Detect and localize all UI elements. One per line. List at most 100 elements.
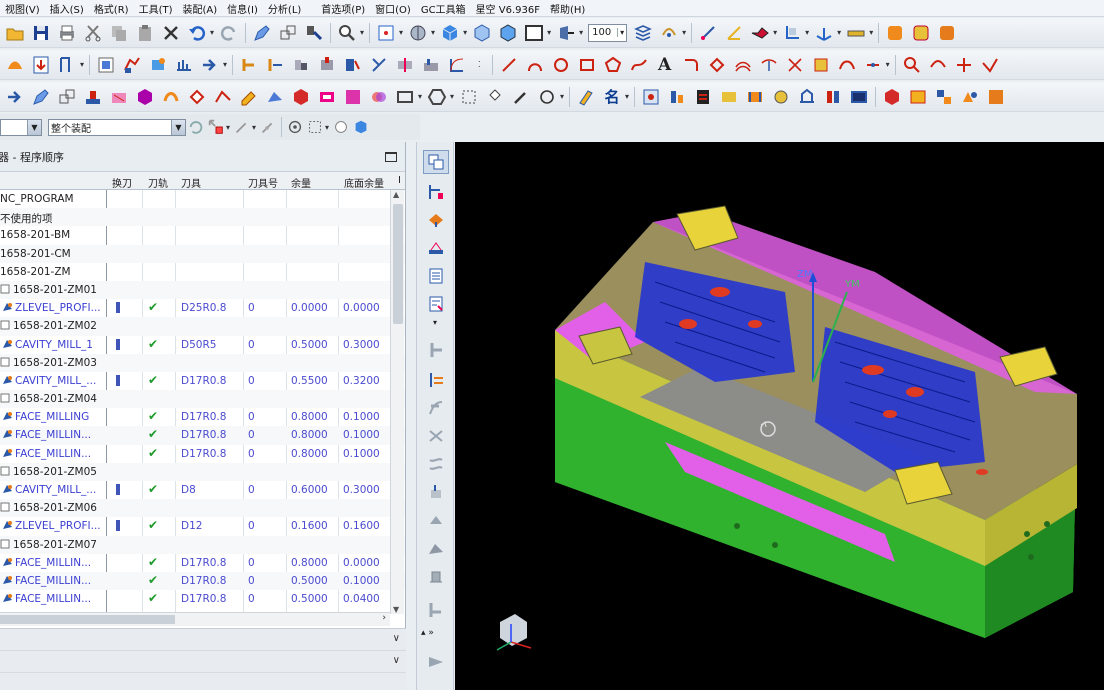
type-filter-dropdown[interactable]: ▼ [0,118,42,136]
fillet-curve-icon[interactable] [679,53,703,77]
more-icon[interactable]: ⁚ [478,60,481,69]
curve-edit-icon[interactable] [29,85,53,109]
column-header[interactable]: 余量 [291,175,311,190]
cam-tool-icon-2[interactable] [665,85,689,109]
cam-tool-icon-1[interactable] [639,85,663,109]
trim-icon[interactable] [367,53,391,77]
menu-item[interactable]: 视图(V) [0,1,45,16]
arc-icon[interactable] [523,53,547,77]
feature-icon-3[interactable] [146,53,170,77]
blend-icon[interactable] [445,53,469,77]
menu-item[interactable]: 窗口(O) [370,1,416,16]
offset-curve-icon[interactable] [731,53,755,77]
red-cube-icon[interactable] [289,85,313,109]
layer-visibility-icon[interactable] [657,21,681,45]
edges-cube-icon[interactable] [496,21,520,45]
extract-region-icon[interactable] [341,85,365,109]
chevron-down-icon[interactable]: ▾ [431,28,435,37]
method-view-icon[interactable] [423,236,449,260]
copy-icon[interactable] [107,21,131,45]
verify-toolpath-icon[interactable] [423,452,449,476]
operation-row[interactable]: ZLEVEL_PROFI... ✔ D12 0 0.1600 0.1600 [0,517,405,535]
rectangle-icon[interactable] [575,53,599,77]
menu-item[interactable]: 插入(S) [45,1,89,16]
text-tool[interactable]: A [653,53,677,77]
chevron-down-icon[interactable]: ▾ [450,92,454,101]
chevron-down-icon[interactable]: ▾ [579,28,583,37]
replace-face-icon[interactable] [55,85,79,109]
delete-face-icon[interactable] [107,85,131,109]
measure-angle-icon[interactable] [722,21,746,45]
scroll-thumb[interactable] [0,615,175,624]
feature-icon-5[interactable] [198,53,222,77]
analysis-icon[interactable] [748,21,772,45]
cam-tool-icon-4[interactable] [717,85,741,109]
program-group-row[interactable]: 1658-201-ZM01 [0,280,405,300]
snap-end-icon[interactable] [233,115,251,139]
program-group-row[interactable]: 1658-201-ZM02 [0,317,405,336]
operation-row[interactable]: FACE_MILLIN... ✔ D17R0.8 0 0.5000 0.0400 [0,590,405,608]
chevron-down-icon[interactable]: ▼ [27,119,41,135]
feature-icon-2[interactable] [120,53,144,77]
point-icon[interactable] [483,85,507,109]
program-group-row[interactable]: 1658-201-ZM05 [0,462,405,481]
program-group-row[interactable]: 不使用的项 [0,208,405,227]
replay-toolpath-icon[interactable] [423,424,449,448]
chevron-down-icon[interactable]: ▾ [463,28,467,37]
cam-tool-icon-9[interactable] [847,85,871,109]
render-style-icon[interactable] [406,21,430,45]
cut-icon[interactable] [81,21,105,45]
snap-point-icon[interactable] [207,115,225,139]
magnify-icon[interactable] [335,21,359,45]
cam-tool-icon-3[interactable] [691,85,715,109]
menu-item[interactable]: 格式(R) [89,1,134,16]
graphics-viewport[interactable]: ZM YM [455,142,1104,690]
project-curve-icon[interactable] [757,53,781,77]
operation-row[interactable]: FACE_MILLIN... ✔ D17R0.8 0 0.8000 0.1000 [0,445,405,463]
postprocess-icon[interactable] [423,508,449,532]
pencil-icon[interactable] [237,85,261,109]
box-select-icon[interactable] [306,115,324,139]
chevron-down-icon[interactable]: ▾ [252,123,256,132]
chevron-down-icon[interactable]: ▾ [210,28,214,37]
cam-tool-icon-6[interactable] [769,85,793,109]
offset-face-icon[interactable] [81,85,105,109]
program-group-row[interactable]: NC_PROGRAM [0,190,405,208]
shop-docs-icon[interactable] [423,536,449,560]
shaded-view-icon[interactable] [352,115,370,139]
create-tool-icon[interactable] [423,292,449,316]
expand-icon[interactable]: ▴ » [421,628,434,638]
ring-icon[interactable] [535,85,559,109]
details-section[interactable]: ∨ [0,651,406,673]
operation-row[interactable]: FACE_MILLIN... ✔ D17R0.8 0 0.8000 0.0000 [0,554,405,572]
section-view-icon[interactable] [554,21,578,45]
program-group-row[interactable]: 1658-201-ZM03 [0,353,405,372]
hole-icon[interactable] [289,53,313,77]
create-program-icon[interactable] [423,264,449,288]
curve-tool-icon[interactable] [978,53,1002,77]
snap-icon[interactable] [457,85,481,109]
output-cls-icon[interactable] [423,564,449,588]
chevron-down-icon[interactable]: ▾ [360,28,364,37]
program-group-row[interactable]: 1658-201-ZM07 [0,535,405,554]
edit-object-icon[interactable] [250,21,274,45]
bridge-curve-icon[interactable] [835,53,859,77]
operation-row[interactable]: CAVITY_MILL_... ✔ D17R0.8 0 0.5500 0.3200 [0,372,405,390]
navigator-vertical-scrollbar[interactable]: ▲ ▼ [390,190,404,614]
brush-icon[interactable] [574,85,598,109]
ruler-icon[interactable] [844,21,868,45]
chevron-down-icon[interactable]: ▼ [171,119,185,135]
chevron-down-icon[interactable]: ∨ [393,655,400,666]
measure-distance-icon[interactable] [696,21,720,45]
open-icon[interactable] [3,21,27,45]
generate-toolpath-icon[interactable] [423,396,449,420]
patch-icon[interactable] [315,85,339,109]
boss-icon[interactable] [315,53,339,77]
chevron-down-icon[interactable]: ▾ [869,28,873,37]
menu-item[interactable]: 工具(T) [134,1,178,16]
menu-item[interactable]: 分析(L) [263,1,306,16]
wireframe-cube-icon[interactable] [470,21,494,45]
chevron-down-icon[interactable]: ▾ [80,60,84,69]
cross-curve-icon[interactable] [952,53,976,77]
operation-row[interactable]: FACE_MILLIN... ✔ D17R0.8 0 0.8000 0.1000 [0,426,405,445]
